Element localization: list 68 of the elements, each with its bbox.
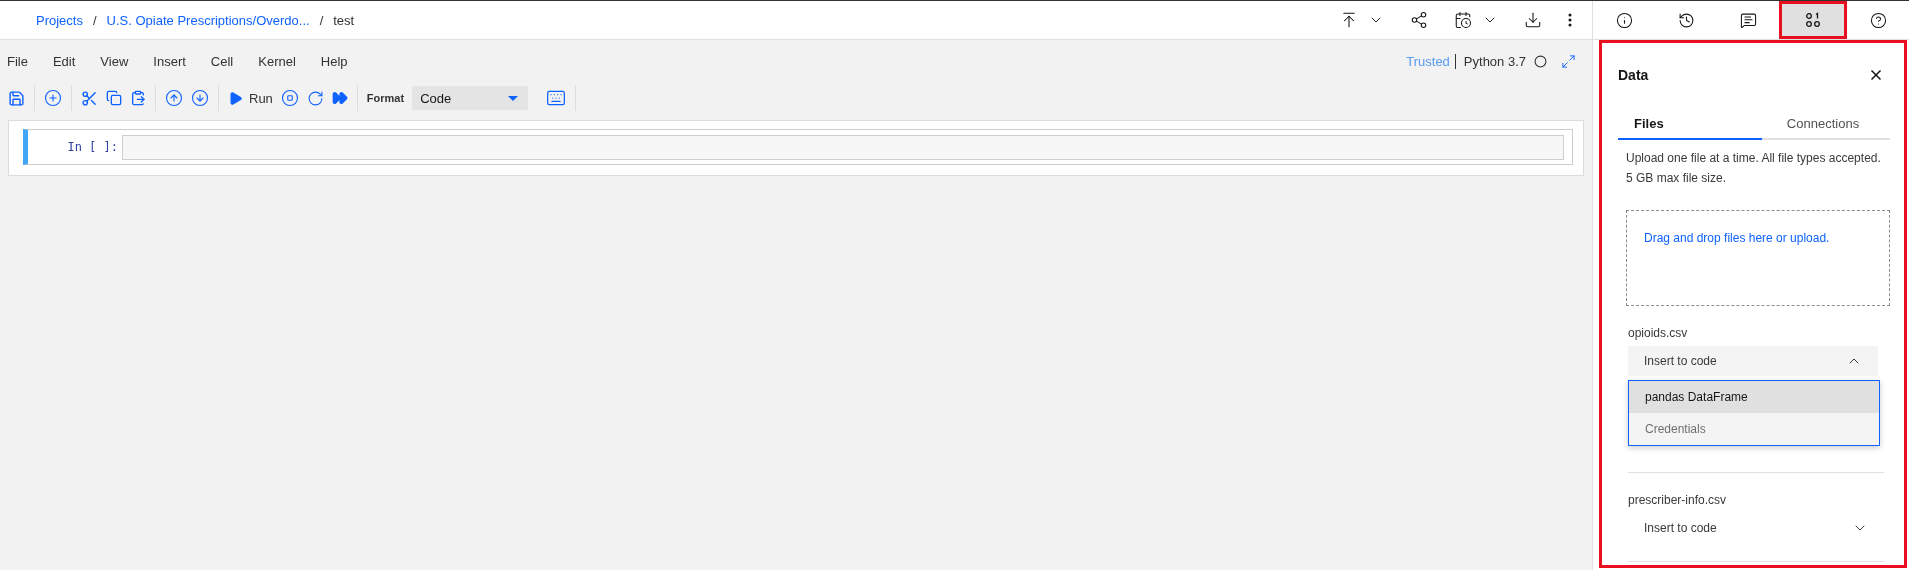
expand-icon[interactable] (1561, 53, 1576, 69)
paste-icon (130, 90, 146, 106)
insert-code-dropdown[interactable]: Insert to code (1628, 346, 1878, 376)
calendar-clock-icon (1454, 11, 1472, 29)
menu-item[interactable]: Edit (52, 53, 76, 69)
drop-zone[interactable]: Drag and drop files here or upload. (1626, 210, 1890, 306)
comment-icon (1739, 11, 1757, 29)
help-icon (1869, 11, 1887, 29)
menu-item[interactable]: Cell (210, 53, 234, 69)
keyboard-icon (546, 88, 567, 108)
play-icon (228, 90, 243, 106)
file-name: opioids.csv (1628, 326, 1689, 340)
kernel-name: Python 3.7 (1463, 53, 1526, 69)
kernel-status-icon (1534, 54, 1547, 68)
menu-item[interactable]: Insert (153, 53, 186, 69)
breadcrumb-link[interactable]: Projects (36, 12, 83, 28)
panel-tab[interactable]: Files (1618, 108, 1762, 140)
share-icon (1410, 11, 1428, 29)
arrow-up-icon (165, 89, 183, 107)
panel-tab[interactable]: Connections (1762, 108, 1890, 140)
upload-icon (1340, 11, 1358, 29)
menu-item[interactable]: Kernel (258, 53, 296, 69)
caret-icon (508, 95, 519, 101)
restart-icon (306, 89, 324, 107)
cell-prompt: In [ ]: (66, 140, 119, 154)
arrow-down-icon (191, 89, 209, 107)
move-up-button[interactable] (165, 89, 183, 107)
file-name: prescriber-info.csv (1628, 493, 1728, 507)
breadcrumb-link[interactable]: U.S. Opiate Prescriptions/Overdo... (106, 12, 310, 28)
panel-title: Data (1618, 66, 1649, 83)
upload-link[interactable]: Drag and drop files here or upload. (1644, 231, 1830, 245)
stop-button[interactable] (280, 89, 299, 107)
breadcrumb-separator: / (92, 12, 97, 28)
side-panel-tab[interactable] (1779, 1, 1847, 39)
cut-button[interactable] (81, 89, 98, 107)
data-icon (1805, 12, 1821, 28)
format-select[interactable]: Code (412, 86, 529, 110)
breadcrumb-separator: / (319, 12, 324, 28)
insert-code-dropdown[interactable]: Insert to code (1628, 513, 1884, 543)
save-button[interactable] (8, 89, 25, 107)
add-icon (44, 89, 62, 107)
trusted-indicator: Trusted (1406, 53, 1456, 69)
run-button[interactable]: Run (228, 90, 273, 106)
run-all-button[interactable] (331, 90, 348, 106)
menu-item[interactable]: View (100, 53, 129, 69)
fast-forward-icon (331, 90, 348, 106)
code-input[interactable] (122, 134, 1564, 160)
history-icon (1677, 11, 1695, 29)
info-icon (1615, 11, 1633, 29)
format-label: Format (366, 92, 405, 104)
menu-option[interactable]: pandas DataFrame (1629, 381, 1879, 413)
menu-item[interactable]: Help (320, 53, 348, 69)
save-icon (8, 89, 25, 107)
menu-item[interactable]: File (7, 53, 28, 69)
breadcrumb-current: test (333, 12, 355, 28)
copy-button[interactable] (106, 90, 122, 106)
keyboard-button[interactable] (546, 88, 567, 108)
scissors-icon (81, 89, 98, 107)
upload-hint: Upload one file at a time. All file types accepted. 5 GB max file size. (1626, 150, 1882, 187)
add-cell-button[interactable] (44, 89, 62, 107)
copy-icon (106, 90, 122, 106)
paste-button[interactable] (130, 90, 146, 106)
stop-icon (280, 89, 299, 107)
menu-option[interactable]: Credentials (1629, 413, 1879, 445)
more-icon (1568, 13, 1572, 27)
download-icon (1524, 11, 1542, 29)
restart-button[interactable] (306, 89, 324, 107)
move-down-button[interactable] (191, 89, 209, 107)
